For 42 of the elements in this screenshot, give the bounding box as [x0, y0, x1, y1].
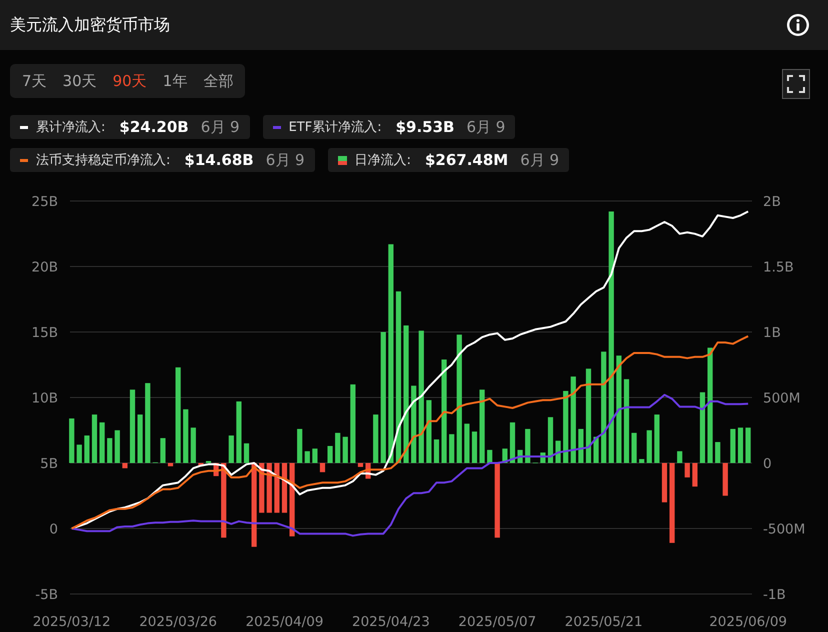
axis-label: 2B	[763, 194, 781, 210]
axis-label: 15B	[32, 325, 58, 341]
range-tab[interactable]: 1年	[154, 64, 196, 98]
legend-value: $24.20B	[119, 118, 189, 136]
legend-bar-icon	[338, 156, 347, 164]
legend-date: 6月 9	[266, 150, 305, 170]
legend-date: 6月 9	[200, 118, 240, 136]
fullscreen-button[interactable]	[782, 69, 810, 99]
axis-label: 10B	[32, 390, 58, 406]
axis-label: 0	[49, 522, 58, 538]
info-icon[interactable]	[786, 13, 810, 37]
legend-value: $9.53B	[396, 118, 454, 136]
legend-date: 6月 9	[520, 150, 560, 170]
legend-value: $14.68B	[184, 151, 254, 169]
axis-label: 2025/05/21	[564, 614, 643, 630]
axis-label: 5B	[40, 456, 58, 472]
axis-label: 2025/05/07	[458, 614, 536, 630]
range-tab[interactable]: 7天	[14, 64, 55, 98]
axis-label: -1B	[763, 587, 786, 603]
axis-label: 1B	[763, 325, 781, 341]
axis-label: 1.5B	[763, 260, 794, 276]
range-tab[interactable]: 90天	[104, 64, 155, 98]
axis-label: -5B	[35, 587, 58, 603]
axis-label: 2025/03/12	[32, 614, 111, 630]
axis-label: 2025/03/26	[139, 614, 217, 630]
axis-label: -500M	[763, 522, 806, 538]
range-tab[interactable]: 30天	[54, 64, 105, 98]
axis-label: 0	[763, 456, 772, 472]
axis-label: 2025/04/23	[352, 614, 430, 630]
axis-label: 2025/04/09	[246, 614, 324, 630]
axis-label: 500M	[763, 390, 800, 406]
axis-label: 2025/06/09	[709, 614, 787, 630]
legend-value: $267.48M	[424, 151, 508, 169]
legend-date: 6月 9	[466, 118, 506, 136]
axis-label: 25B	[32, 194, 58, 210]
axis-label: 20B	[32, 260, 58, 276]
legend-label: 日净流入:	[354, 152, 411, 169]
range-tab[interactable]: 全部	[195, 64, 242, 98]
legend-label: 累计净流入:	[36, 119, 106, 136]
window-title: 美元流入加密货币市场	[10, 14, 170, 36]
legend-label: 法币支持稳定币净流入:	[36, 152, 170, 169]
legend-label: ETF累计净流入:	[288, 119, 382, 136]
